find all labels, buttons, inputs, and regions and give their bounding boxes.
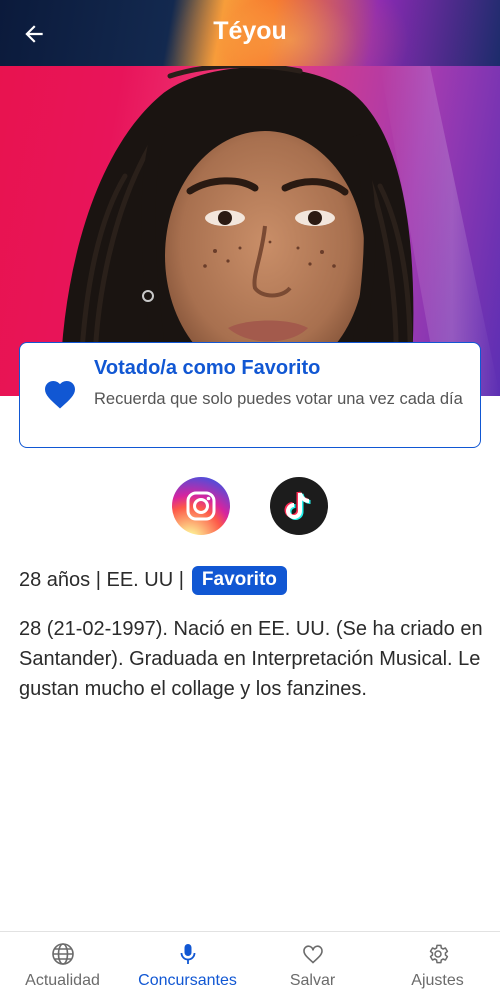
tiktok-icon <box>284 491 311 520</box>
summary-text: 28 años | EE. UU | <box>19 568 184 591</box>
nav-label-ajustes: Ajustes <box>411 972 464 989</box>
page-title: Téyou <box>213 17 287 45</box>
heart-outline-icon <box>302 945 323 964</box>
vote-status-card: Votado/a como Favorito Recuerda que solo… <box>19 342 481 448</box>
nav-item-ajustes[interactable]: Ajustes <box>375 932 500 1000</box>
nav-item-actualidad[interactable]: Actualidad <box>0 932 125 1000</box>
app-header: Téyou <box>0 0 500 66</box>
contestant-summary: 28 años | EE. UU | Favorito <box>19 564 287 596</box>
status-badge: Favorito <box>191 565 287 595</box>
instagram-icon <box>186 491 216 521</box>
bottom-navigation: Actualidad Concursantes Salvar Ajustes <box>0 931 500 1000</box>
microphone-icon <box>180 944 195 964</box>
nav-label-salvar: Salvar <box>289 972 336 989</box>
nav-label-actualidad: Actualidad <box>25 972 100 989</box>
nav-label-concursantes: Concursantes <box>138 972 237 989</box>
tiktok-link[interactable] <box>270 477 328 535</box>
contestant-bio: 28 (21-02-1997). Nació en EE. UU. (Se ha… <box>19 618 483 700</box>
vote-status-description: Recuerda que solo puedes votar una vez c… <box>94 390 463 408</box>
nav-item-salvar[interactable]: Salvar <box>250 932 375 1000</box>
vote-status-title: Votado/a como Favorito <box>94 357 321 379</box>
nav-item-concursantes[interactable]: Concursantes <box>125 932 250 1000</box>
heart-icon <box>45 381 75 409</box>
gear-icon <box>429 944 448 964</box>
instagram-link[interactable] <box>172 477 230 535</box>
globe-icon <box>51 943 74 965</box>
